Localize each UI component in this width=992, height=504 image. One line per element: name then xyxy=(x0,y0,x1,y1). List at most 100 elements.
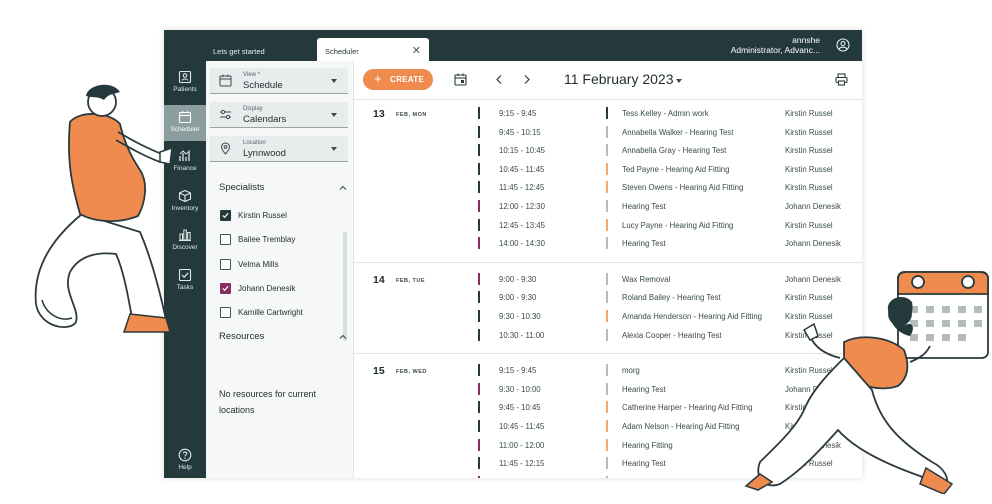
appointment-time: 10:30 - 11:00 xyxy=(499,330,545,340)
appointment-type-marker xyxy=(606,382,608,395)
date-picker-icon[interactable] xyxy=(454,73,467,86)
checkbox-unchecked[interactable] xyxy=(220,234,231,245)
user-avatar-icon[interactable] xyxy=(836,38,850,52)
box-icon xyxy=(178,189,192,203)
appointment-title: Wax Removal xyxy=(622,274,671,284)
appointment-time: 9:45 - 10:15 xyxy=(499,127,541,137)
display-select[interactable]: Display Calendars xyxy=(210,102,348,128)
chevron-up-icon[interactable] xyxy=(339,184,347,192)
chevron-right-icon[interactable] xyxy=(520,73,533,86)
appointment-type-marker xyxy=(606,218,608,231)
appointment-title: Alexia Cooper - Hearing Test xyxy=(622,330,722,340)
sliders-icon xyxy=(220,109,231,120)
specialist-color-marker xyxy=(478,218,480,231)
appointment-title: Catherine Harper - Hearing Aid Fitting xyxy=(622,403,753,413)
appointment-title: Lucy Payne - Hearing Aid Fitting xyxy=(622,220,734,230)
appointment-time: 9:15 - 9:45 xyxy=(499,366,537,376)
appointment-row[interactable]: 12:45 - 13:45 Lucy Payne - Hearing Aid Fi… xyxy=(354,218,862,236)
appointment-specialist: Kirstin Russel xyxy=(785,220,833,230)
user-info[interactable]: annshe Administrator, Advanc... xyxy=(731,35,820,55)
specialist-color-marker xyxy=(478,237,480,250)
create-button-label: CREATE xyxy=(390,75,425,84)
appointment-type-marker xyxy=(606,125,608,138)
appointment-type-marker xyxy=(606,328,608,341)
appointment-time: 14:00 - 14:30 xyxy=(499,239,545,249)
appointment-type-marker xyxy=(606,310,608,322)
tab-label: Lets get started xyxy=(213,47,265,56)
appointment-row[interactable]: 11:45 - 12:45 Steven Owens - Hearing Aid … xyxy=(354,180,862,198)
finance-icon xyxy=(179,150,191,161)
appointment-title: Annabella Walker - Hearing Test xyxy=(622,127,734,137)
tab-lets-get-started[interactable]: Lets get started xyxy=(201,38,317,61)
print-icon[interactable] xyxy=(835,73,848,86)
chevron-left-icon[interactable] xyxy=(493,73,506,86)
specialist-color-marker xyxy=(478,181,480,194)
close-icon[interactable]: ✕ xyxy=(412,44,421,57)
appointment-title: Annabella Gray - Hearing Test xyxy=(622,146,727,156)
display-select-label: Display xyxy=(243,106,263,112)
specialist-color-marker xyxy=(478,401,480,414)
appointment-row[interactable]: 10:45 - 11:45 Ted Payne - Hearing Aid Fit… xyxy=(354,162,862,180)
appointment-type-marker xyxy=(606,107,608,119)
appointment-time: 9:30 - 10:00 xyxy=(499,384,541,394)
appointment-type-marker xyxy=(606,475,608,478)
appointment-row[interactable]: 9:45 - 10:15 Annabella Walker - Hearing T… xyxy=(354,125,862,143)
caret-down-icon xyxy=(331,113,337,117)
appointment-time: 9:45 - 10:45 xyxy=(499,403,541,413)
chevron-up-icon[interactable] xyxy=(339,333,347,341)
appointment-type-marker xyxy=(606,200,608,212)
specialist-name: Kamille Cartwright xyxy=(238,308,303,317)
appointment-row[interactable]: 9:15 - 9:45 Tess Kelley - Admin work Kirst… xyxy=(354,106,862,124)
person-pointing-illustration xyxy=(34,84,173,333)
caret-down-icon xyxy=(331,79,337,83)
appointment-specialist: Johann Denesik xyxy=(785,202,841,211)
view-select-label: View * xyxy=(243,72,260,78)
appointment-time: 10:45 - 11:45 xyxy=(499,422,545,431)
display-select-value: Calendars xyxy=(243,114,287,125)
appointment-time: 9:30 - 10:30 xyxy=(499,312,541,321)
view-select[interactable]: View * Schedule xyxy=(210,68,348,94)
location-select[interactable]: Location Lynnwood xyxy=(210,136,348,162)
caret-down-icon[interactable] xyxy=(676,79,682,83)
calendar-icon xyxy=(178,111,192,124)
current-date-title[interactable]: 11 February 2023 xyxy=(564,71,673,87)
appointment-specialist: Kirstin Russel xyxy=(785,127,833,137)
appointment-title: Roland Bailey - Hearing Test xyxy=(622,293,721,303)
appointment-specialist: Kirstin Russel xyxy=(785,109,833,118)
appointment-time: 9:00 - 9:30 xyxy=(499,274,537,284)
checkbox-unchecked[interactable] xyxy=(220,307,231,318)
appointment-type-marker xyxy=(606,162,608,175)
specialist-color-marker xyxy=(478,125,480,138)
checkbox-checked[interactable] xyxy=(220,210,231,221)
plus-icon: + xyxy=(374,71,382,86)
appointment-row[interactable]: 12:00 - 12:30 Hearing Test Johann Denesik xyxy=(354,199,862,217)
check-icon xyxy=(222,212,229,219)
appointment-title: Hearing Test xyxy=(622,202,666,211)
view-select-value: Schedule xyxy=(243,80,283,91)
bar-chart-icon xyxy=(179,229,191,241)
specialist-color-marker xyxy=(478,475,480,478)
tasks-icon xyxy=(178,268,192,282)
appointment-row[interactable]: 14:00 - 14:30 Hearing Test Johann Denesik xyxy=(354,236,862,254)
appointment-type-marker xyxy=(606,237,608,250)
nav-help[interactable]: Help xyxy=(164,443,206,478)
checkbox-checked[interactable] xyxy=(220,283,231,294)
location-select-value: Lynnwood xyxy=(243,148,286,159)
appointment-type-marker xyxy=(606,438,608,451)
specialists-scrollbar[interactable] xyxy=(343,232,347,341)
appointment-title: Ted Payne - Hearing Aid Fitting xyxy=(622,164,730,174)
appointment-row[interactable]: 10:15 - 10:45 Annabella Gray - Hearing Te… xyxy=(354,143,862,161)
specialist-color-marker xyxy=(478,457,480,470)
specialist-color-marker xyxy=(478,310,480,322)
appointment-type-marker xyxy=(606,272,608,285)
appointment-specialist: Kirstin Russel xyxy=(785,183,833,193)
tab-scheduler[interactable]: Scheduler ✕ xyxy=(317,38,429,61)
appointment-time: 12:45 - 13:45 xyxy=(499,220,545,230)
appointment-title: Hearing Test xyxy=(622,239,666,249)
appointment-specialist: Kirstin Russel xyxy=(785,164,833,174)
appointment-time: 11:45 - 12:45 xyxy=(499,183,545,193)
create-button[interactable]: + CREATE xyxy=(363,69,433,90)
checkbox-unchecked[interactable] xyxy=(220,259,231,270)
appointment-type-marker xyxy=(606,457,608,470)
appointment-type-marker xyxy=(606,364,608,377)
